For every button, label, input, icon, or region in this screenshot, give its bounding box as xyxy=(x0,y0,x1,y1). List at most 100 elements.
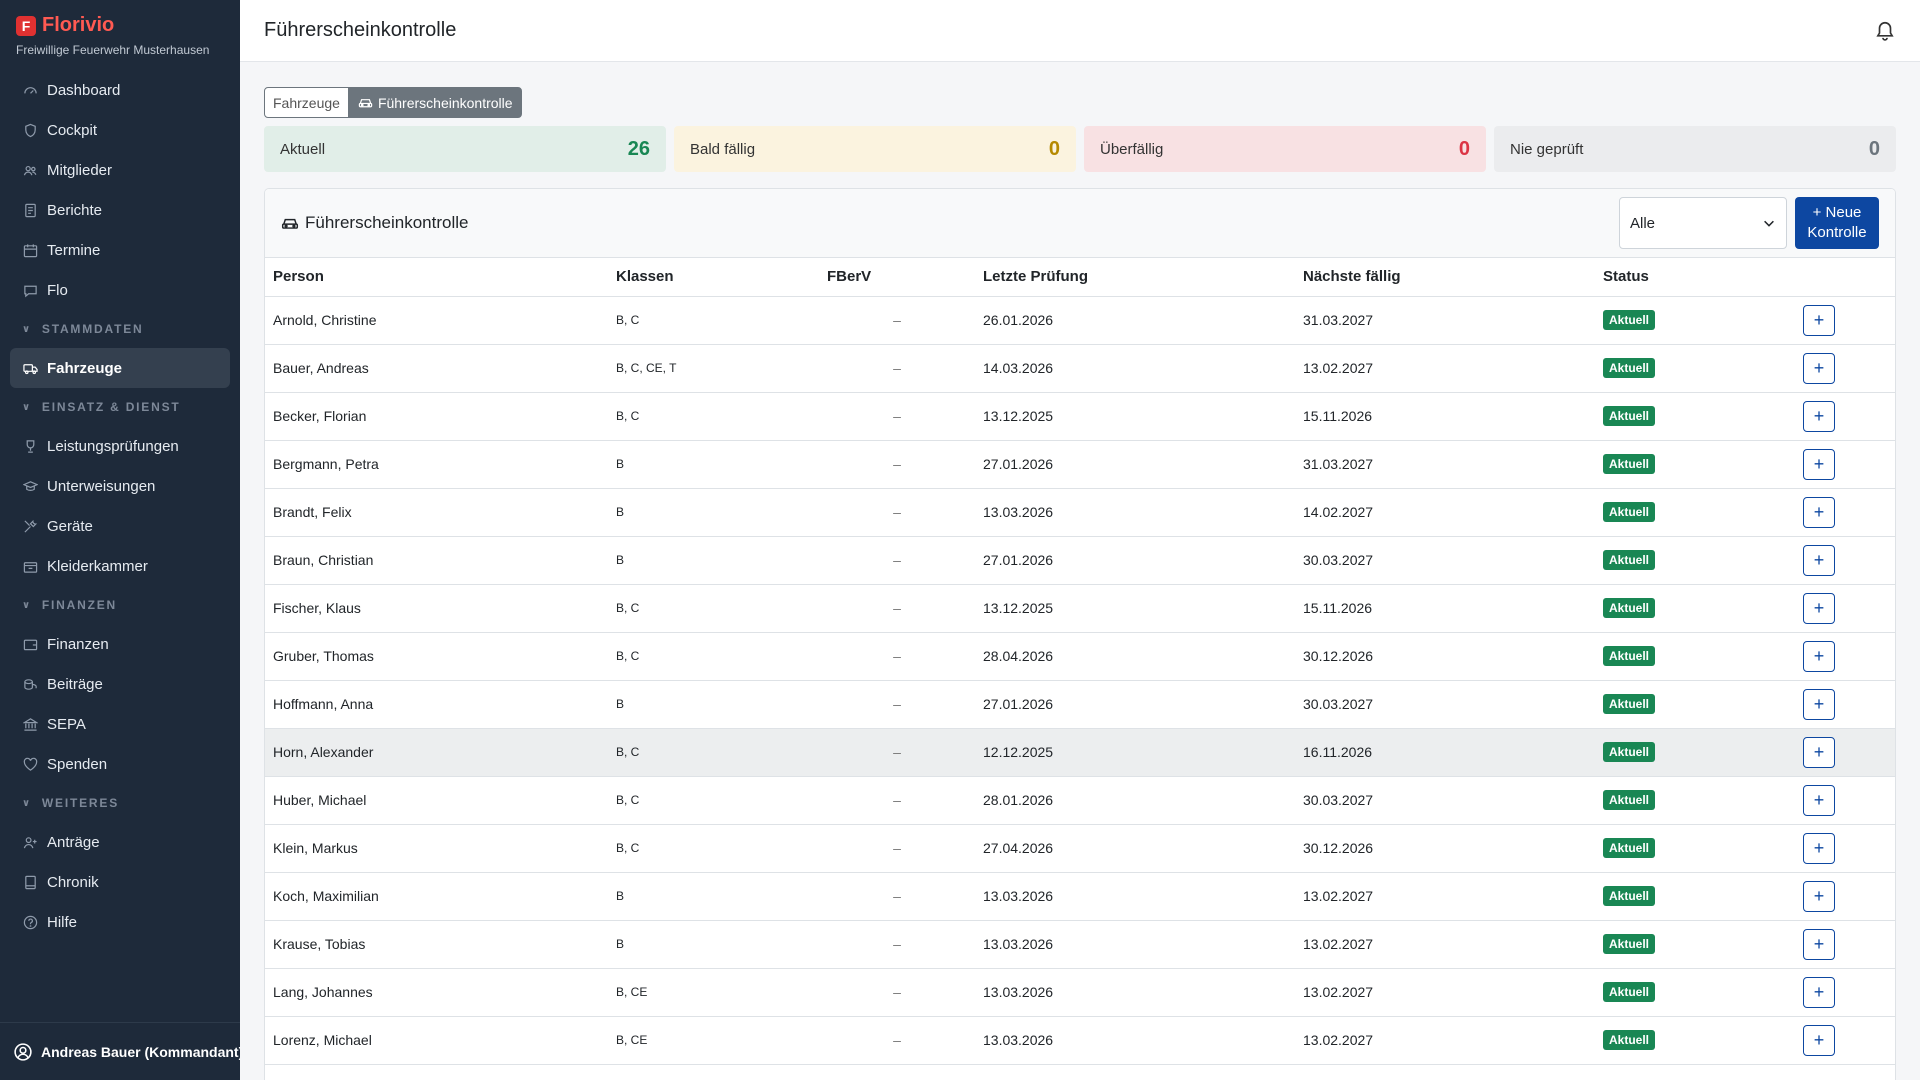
sidebar-section-header[interactable]: ∨ FINANZEN xyxy=(10,586,230,624)
person-add-icon xyxy=(22,834,38,850)
main-content: Fahrzeuge Führerscheinkontrolle Aktuell 2… xyxy=(264,87,1896,1080)
status-cell: Aktuell xyxy=(1595,968,1795,1017)
add-check-button[interactable]: + xyxy=(1803,448,1835,480)
sidebar-item-unterweisungen[interactable]: Unterweisungen xyxy=(10,466,230,506)
column-header-klassen[interactable]: Klassen xyxy=(608,258,819,297)
new-check-button[interactable]: + Neue Kontrolle xyxy=(1795,197,1879,249)
stat-nie-geprueft[interactable]: Nie geprüft 0 xyxy=(1494,126,1896,172)
column-header-fberv[interactable]: FBerV xyxy=(819,258,975,297)
sidebar-section-header[interactable]: ∨ WEITERES xyxy=(10,784,230,822)
table-row[interactable]: Huber, Michael B, C –28.01.2026 30.03.2027 A… xyxy=(265,776,1895,825)
fberv-cell: – xyxy=(819,776,975,825)
logo-icon: F xyxy=(16,15,36,36)
add-check-button[interactable]: + xyxy=(1803,880,1835,912)
tab-fuehrerscheinkontrolle[interactable]: Führerscheinkontrolle xyxy=(348,87,522,118)
user-menu[interactable]: Andreas Bauer (Kommandant) xyxy=(0,1022,240,1080)
actions-cell: + xyxy=(1795,1016,1895,1065)
table-row[interactable]: Brandt, Felix B –13.03.2026 14.02.2027 Aktue… xyxy=(265,488,1895,537)
table-row[interactable]: Arnold, Christine B, C –26.01.2026 31.03.20… xyxy=(265,296,1895,345)
sidebar-item-chronik[interactable]: Chronik xyxy=(10,862,230,902)
stat-ueberfaellig[interactable]: Überfällig 0 xyxy=(1084,126,1486,172)
fberv-cell: – xyxy=(819,968,975,1017)
status-cell: Aktuell xyxy=(1595,392,1795,441)
sidebar-item-label: Spenden xyxy=(47,755,108,773)
last-check-cell: 13.12.2025 xyxy=(975,584,1295,633)
add-check-button[interactable]: + xyxy=(1803,928,1835,960)
sidebar-item-fahrzeuge[interactable]: Fahrzeuge xyxy=(10,348,230,388)
status-cell: Aktuell xyxy=(1595,344,1795,393)
actions-cell: + xyxy=(1795,440,1895,489)
column-header-letzte-pruefung[interactable]: Letzte Prüfung xyxy=(975,258,1295,297)
next-due-cell: 30.12.2026 xyxy=(1295,824,1595,873)
sidebar-item-dashboard[interactable]: Dashboard xyxy=(10,70,230,110)
add-check-button[interactable]: + xyxy=(1803,640,1835,672)
add-check-button[interactable]: + xyxy=(1803,400,1835,432)
sidebar-section-header[interactable]: ∨ EINSATZ & DIENST xyxy=(10,388,230,426)
status-badge: Aktuell xyxy=(1603,742,1656,762)
view-tabs: Fahrzeuge Führerscheinkontrolle xyxy=(264,87,1896,118)
sidebar-item-mitglieder[interactable]: Mitglieder xyxy=(10,150,230,190)
sidebar-item-geräte[interactable]: Geräte xyxy=(10,506,230,546)
top-header: Führerscheinkontrolle xyxy=(240,0,1920,62)
column-header-naechste-faellig[interactable]: Nächste fällig xyxy=(1295,258,1595,297)
column-header-status[interactable]: Status xyxy=(1595,258,1795,297)
table-row[interactable]: Becker, Florian B, C –13.12.2025 15.11.2026… xyxy=(265,392,1895,441)
status-filter-select[interactable]: Alle xyxy=(1619,197,1787,249)
add-check-button[interactable]: + xyxy=(1803,832,1835,864)
plus-icon: + xyxy=(1813,693,1825,714)
column-header-person[interactable]: Person xyxy=(265,258,608,297)
add-check-button[interactable]: + xyxy=(1803,304,1835,336)
table-row[interactable]: Gruber, Thomas B, C –28.04.2026 30.12.2026 A… xyxy=(265,632,1895,681)
table-row[interactable]: Hoffmann, Anna B –27.01.2026 30.03.2027 Aktu… xyxy=(265,680,1895,729)
sidebar-item-hilfe[interactable]: Hilfe xyxy=(10,902,230,942)
status-cell: Aktuell xyxy=(1595,776,1795,825)
tab-fahrzeuge[interactable]: Fahrzeuge xyxy=(264,87,349,118)
person-cell: Becker, Florian xyxy=(265,392,608,441)
section-title: EINSATZ & DIENST xyxy=(41,400,181,414)
status-cell: Aktuell xyxy=(1595,920,1795,969)
sidebar-item-berichte[interactable]: Berichte xyxy=(10,190,230,230)
brand-row[interactable]: F Florivio xyxy=(16,14,224,37)
bell-icon[interactable] xyxy=(1874,20,1896,42)
chevron-down-icon xyxy=(1764,220,1774,227)
table-row[interactable]: Braun, Christian B –27.01.2026 30.03.2027 Ak… xyxy=(265,536,1895,585)
sidebar-item-anträge[interactable]: Anträge xyxy=(10,822,230,862)
add-check-button[interactable]: + xyxy=(1803,1024,1835,1056)
add-check-button[interactable]: + xyxy=(1803,592,1835,624)
sidebar-item-spenden[interactable]: Spenden xyxy=(10,744,230,784)
status-badge: Aktuell xyxy=(1603,886,1656,906)
stat-aktuell[interactable]: Aktuell 26 xyxy=(264,126,666,172)
add-check-button[interactable]: + xyxy=(1803,784,1835,816)
sidebar-item-cockpit[interactable]: Cockpit xyxy=(10,110,230,150)
table-row[interactable]: Lang, Johannes B, CE –13.03.2026 13.02.2027… xyxy=(265,968,1895,1017)
actions-cell: + xyxy=(1795,824,1895,873)
sidebar-item-termine[interactable]: Termine xyxy=(10,230,230,270)
table-row[interactable]: Koch, Maximilian B –13.03.2026 13.02.2027 Ak… xyxy=(265,872,1895,921)
sidebar-item-leistungsprüfungen[interactable]: Leistungsprüfungen xyxy=(10,426,230,466)
sidebar-item-finanzen[interactable]: Finanzen xyxy=(10,624,230,664)
add-check-button[interactable]: + xyxy=(1803,736,1835,768)
sidebar-item-beiträge[interactable]: Beiträge xyxy=(10,664,230,704)
sidebar-section-header[interactable]: ∨ STAMMDATEN xyxy=(10,310,230,348)
add-check-button[interactable]: + xyxy=(1803,544,1835,576)
license-table: Person Klassen FBerV Letzte Prüfung Näch… xyxy=(265,258,1895,1065)
table-row[interactable]: Klein, Markus B, C –27.04.2026 30.12.2026 Ak… xyxy=(265,824,1895,873)
sidebar-item-sepa[interactable]: SEPA xyxy=(10,704,230,744)
add-check-button[interactable]: + xyxy=(1803,688,1835,720)
fberv-cell: – xyxy=(819,536,975,585)
next-due-cell: 13.02.2027 xyxy=(1295,872,1595,921)
table-row[interactable]: Krause, Tobias B –13.03.2026 13.02.2027 Aktu… xyxy=(265,920,1895,969)
actions-cell: + xyxy=(1795,632,1895,681)
add-check-button[interactable]: + xyxy=(1803,496,1835,528)
table-row[interactable]: Lorenz, Michael B, CE –13.03.2026 13.02.202… xyxy=(265,1016,1895,1065)
table-row[interactable]: Bergmann, Petra B –27.01.2026 31.03.2027 Akt… xyxy=(265,440,1895,489)
add-check-button[interactable]: + xyxy=(1803,352,1835,384)
add-check-button[interactable]: + xyxy=(1803,976,1835,1008)
stat-bald-faellig[interactable]: Bald fällig 0 xyxy=(674,126,1076,172)
sidebar-item-flo[interactable]: Flo xyxy=(10,270,230,310)
table-row[interactable]: Bauer, Andreas B, C, CE, T –14.03.2026 13.0… xyxy=(265,344,1895,393)
fberv-cell: – xyxy=(819,440,975,489)
table-row[interactable]: Horn, Alexander B, C –12.12.2025 16.11.2026… xyxy=(265,728,1895,777)
sidebar-item-kleiderkammer[interactable]: Kleiderkammer xyxy=(10,546,230,586)
table-row[interactable]: Fischer, Klaus B, C –13.12.2025 15.11.2026 A… xyxy=(265,584,1895,633)
